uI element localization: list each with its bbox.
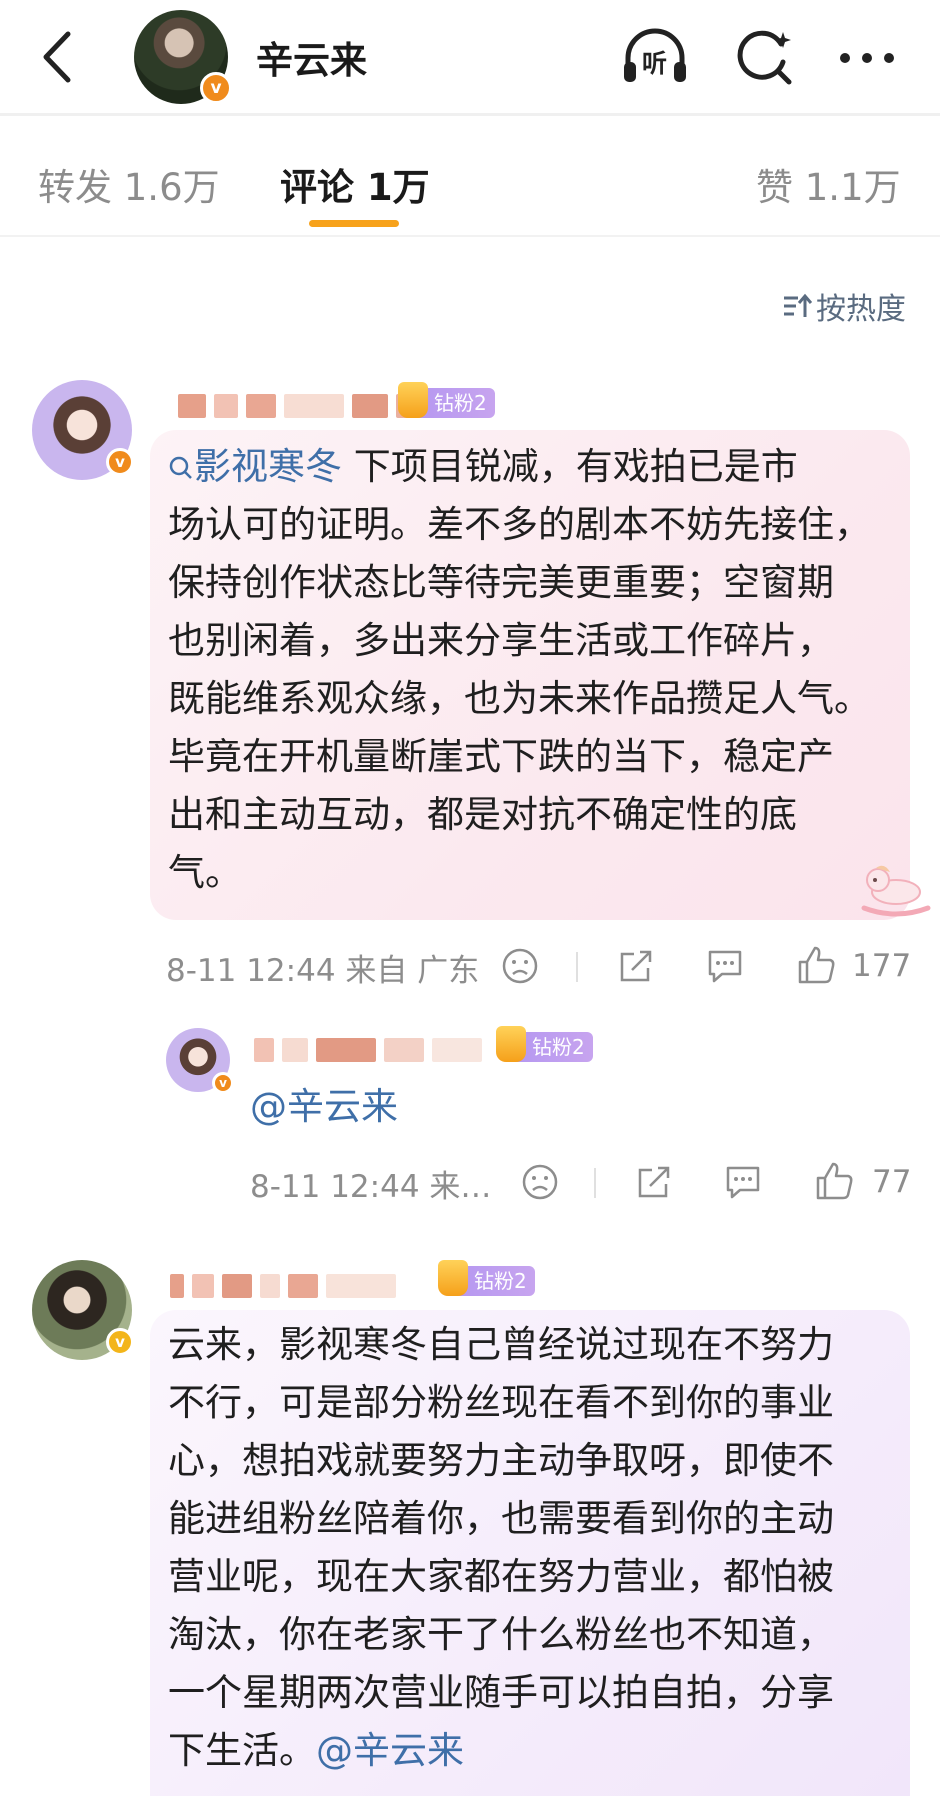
reply-time-location: 8-11 12:44 来… xyxy=(250,1168,492,1205)
reply-icon[interactable] xyxy=(722,1162,764,1202)
dislike-face-icon[interactable] xyxy=(520,1162,560,1202)
back-icon xyxy=(43,31,71,83)
like-count: 177 xyxy=(852,948,912,984)
comment-text: 云来，影视寒冬自己曾经说过现在不努力 不行，可是部分粉丝现在看不到你的事业 心，… xyxy=(168,1316,898,1780)
active-tab-indicator xyxy=(309,220,399,227)
page-title[interactable]: 辛云来 xyxy=(256,30,367,84)
tab-likes[interactable]: 赞 1.1万 xyxy=(756,157,901,211)
topic-link[interactable]: 影视寒冬 xyxy=(194,445,342,488)
fan-level-badge: 钻粉2 xyxy=(438,1260,535,1296)
fan-level-badge: 钻粉2 xyxy=(496,1026,593,1062)
share-icon[interactable] xyxy=(616,946,656,986)
comment-text: 影视寒冬 下项目锐减，有戏拍已是市 场认可的证明。差不多的剧本不妨先接住， 保持… xyxy=(168,438,898,902)
divider xyxy=(576,952,578,982)
reply-name-redacted[interactable] xyxy=(254,1036,482,1064)
rocking-horse-sticker xyxy=(861,865,931,917)
reply-mention[interactable]: @辛云来 xyxy=(250,1078,398,1136)
topic-search-icon xyxy=(169,456,192,479)
mention-link[interactable]: @辛云来 xyxy=(316,1729,464,1772)
sort-icon xyxy=(784,293,812,317)
reply-avatar[interactable]: v xyxy=(166,1028,234,1094)
divider xyxy=(594,1168,596,1198)
comment-meta: 8-11 12:44 来自 广东 xyxy=(166,942,479,992)
tab-bar: 转发 1.6万 评论 1万 赞 1.1万 xyxy=(0,119,940,237)
commenter-avatar[interactable]: v xyxy=(32,380,134,480)
dislike-face-icon[interactable] xyxy=(500,946,540,986)
commenter-name-redacted[interactable] xyxy=(170,1272,396,1300)
commenter-avatar[interactable]: v xyxy=(32,1260,134,1360)
more-icon xyxy=(840,53,894,63)
back-button[interactable] xyxy=(30,26,84,88)
tab-comments[interactable]: 评论 1万 xyxy=(280,157,430,211)
top-bar: v 辛云来 听 xyxy=(0,0,940,116)
verified-badge: v xyxy=(212,1072,234,1094)
reply-icon[interactable] xyxy=(704,946,746,986)
more-button[interactable] xyxy=(832,26,902,90)
search-icon xyxy=(737,30,792,85)
like-icon[interactable] xyxy=(796,944,836,986)
comment-time-location: 8-11 12:44 来自 广东 xyxy=(166,952,480,989)
search-button[interactable] xyxy=(730,26,800,90)
verified-badge: v xyxy=(106,448,134,476)
comment-body: 云来，影视寒冬自己曾经说过现在不努力 不行，可是部分粉丝现在看不到你的事业 心，… xyxy=(168,1323,834,1772)
sort-label: 按热度 xyxy=(816,292,906,327)
verified-badge: v xyxy=(200,72,232,104)
share-icon[interactable] xyxy=(634,1162,674,1202)
verified-badge: v xyxy=(106,1328,134,1356)
sort-button[interactable]: 按热度 xyxy=(782,284,906,328)
listen-button[interactable]: 听 xyxy=(620,26,690,90)
fan-level-badge: 钻粉2 xyxy=(398,382,495,418)
comment-body: 下项目锐减，有戏拍已是市 场认可的证明。差不多的剧本不妨先接住， 保持创作状态比… xyxy=(168,445,871,894)
listen-label: 听 xyxy=(642,49,668,78)
like-count: 77 xyxy=(872,1164,912,1200)
blogger-avatar[interactable]: v xyxy=(134,10,232,104)
commenter-name-redacted[interactable] xyxy=(178,392,426,420)
like-icon[interactable] xyxy=(814,1160,854,1202)
reply-meta: 8-11 12:44 来… xyxy=(250,1158,491,1208)
tab-reposts[interactable]: 转发 1.6万 xyxy=(38,157,220,211)
